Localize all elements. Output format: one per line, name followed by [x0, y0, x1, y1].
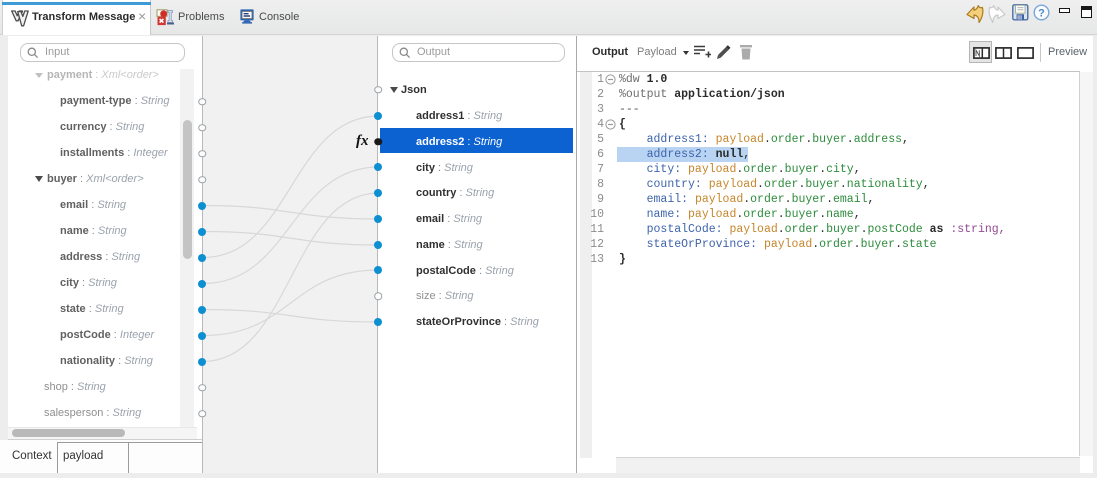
svg-text:?: ?	[1038, 7, 1045, 19]
